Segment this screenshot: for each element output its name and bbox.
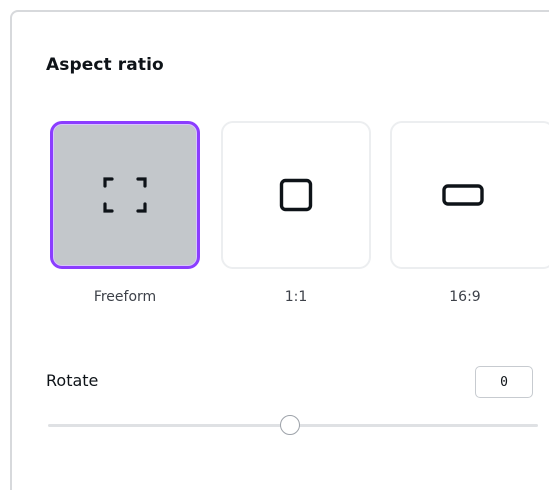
- square-icon: [279, 178, 313, 212]
- aspect-option-1-1-label: 1:1: [284, 289, 308, 305]
- rotate-value-input[interactable]: 0: [475, 366, 533, 398]
- freeform-crop-icon: [101, 175, 149, 215]
- rotate-slider-thumb[interactable]: [280, 415, 300, 435]
- rotate-label: Rotate: [46, 371, 99, 390]
- aspect-option-16-9[interactable]: [390, 121, 549, 269]
- aspect-ratio-title: Aspect ratio: [46, 55, 164, 75]
- aspect-option-freeform-label: Freeform: [93, 289, 157, 305]
- aspect-option-1-1[interactable]: [221, 121, 371, 269]
- aspect-option-16-9-label: 16:9: [449, 289, 481, 305]
- aspect-option-freeform[interactable]: [50, 121, 200, 269]
- widescreen-rectangle-icon: [441, 184, 484, 206]
